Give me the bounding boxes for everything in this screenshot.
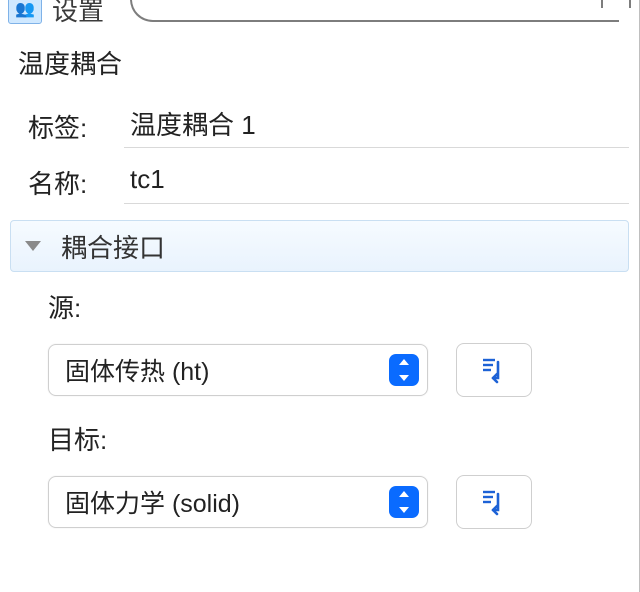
header-corner-decoration (601, 0, 631, 8)
target-select-value: 固体力学 (solid) (65, 484, 389, 520)
target-select[interactable]: 固体力学 (solid) (48, 476, 428, 528)
target-block: 目标: 固体力学 (solid) (48, 420, 619, 529)
label-row: 标签: (28, 104, 629, 148)
label-caption: 标签: (28, 108, 106, 145)
source-goto-button[interactable] (456, 343, 532, 397)
panel-title: 设置 (52, 0, 104, 28)
name-row: 名称: (28, 160, 629, 204)
goto-icon (479, 488, 509, 516)
target-select-row: 固体力学 (solid) (48, 475, 619, 529)
updown-arrows-icon (389, 354, 419, 386)
name-input[interactable] (124, 160, 629, 204)
updown-arrows-icon (389, 486, 419, 518)
target-caption: 目标: (48, 420, 619, 457)
source-select-value: 固体传热 (ht) (65, 352, 389, 388)
header-divider (130, 0, 619, 22)
source-select[interactable]: 固体传热 (ht) (48, 344, 428, 396)
goto-icon (479, 356, 509, 384)
section-title: 耦合接口 (61, 228, 165, 265)
panel-header: 👥 设置 (0, 0, 639, 26)
settings-panel: 👥 设置 温度耦合 标签: 名称: 耦合接口 源: 固体传热 (ht) (0, 0, 640, 592)
target-goto-button[interactable] (456, 475, 532, 529)
feature-subtitle: 温度耦合 (18, 44, 122, 81)
source-select-row: 固体传热 (ht) (48, 343, 619, 397)
chevron-down-icon (25, 241, 41, 251)
source-block: 源: 固体传热 (ht) (48, 288, 619, 397)
source-caption: 源: (48, 288, 619, 325)
label-input[interactable] (124, 104, 629, 148)
coupling-icon: 👥 (8, 0, 42, 24)
section-coupled-interfaces[interactable]: 耦合接口 (10, 220, 629, 272)
name-caption: 名称: (28, 164, 106, 201)
